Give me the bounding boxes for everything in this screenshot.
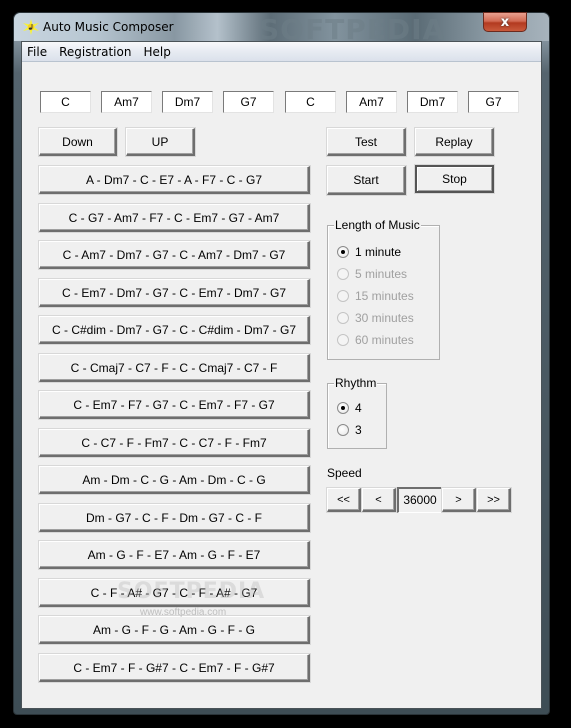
app-window: SOFTPEDIA Auto Music Composer x File Reg… [13, 12, 550, 715]
progression-button-12[interactable]: C - F - A# - G7 - C - F - A# - G7 [38, 578, 311, 608]
chord-field-5[interactable]: C [285, 91, 336, 113]
stop-button[interactable]: Stop [414, 164, 495, 194]
length-option-4: 30 minutes [337, 311, 414, 325]
test-button[interactable]: Test [326, 127, 407, 157]
radio-button [337, 268, 349, 280]
speed-fast-back-button[interactable]: << [326, 487, 362, 513]
radio-button [337, 290, 349, 302]
close-button[interactable]: x [483, 12, 527, 32]
progression-button-11[interactable]: Am - G - F - E7 - Am - G - F - E7 [38, 540, 311, 570]
menu-bar: File Registration Help [22, 42, 541, 62]
chord-field-1[interactable]: C [40, 91, 91, 113]
progression-button-3[interactable]: C - Am7 - Dm7 - G7 - C - Am7 - Dm7 - G7 [38, 240, 311, 270]
chord-field-8[interactable]: G7 [468, 91, 519, 113]
length-option-1[interactable]: 1 minute [337, 245, 401, 259]
chord-field-6[interactable]: Am7 [346, 91, 397, 113]
progression-button-1[interactable]: A - Dm7 - C - E7 - A - F7 - C - G7 [38, 165, 311, 195]
chord-field-3[interactable]: Dm7 [162, 91, 213, 113]
rhythm-option-4-label: 4 [355, 401, 362, 415]
rhythm-label: Rhythm [334, 376, 378, 390]
radio-button [337, 334, 349, 346]
length-of-music-label: Length of Music [334, 218, 421, 232]
length-of-music-group: Length of Music 1 minute 5 minutes 15 mi… [327, 218, 440, 360]
replay-button[interactable]: Replay [414, 127, 495, 157]
speed-forward-button[interactable]: > [441, 487, 477, 513]
chord-field-7[interactable]: Dm7 [407, 91, 458, 113]
progression-button-10[interactable]: Dm - G7 - C - F - Dm - G7 - C - F [38, 503, 311, 533]
progression-button-14[interactable]: C - Em7 - F - G#7 - C - Em7 - F - G#7 [38, 653, 311, 683]
radio-button [337, 312, 349, 324]
client-area: File Registration Help C Am7 Dm7 G7 C Am… [21, 41, 542, 709]
progression-button-5[interactable]: C - C#dim - Dm7 - G7 - C - C#dim - Dm7 -… [38, 315, 311, 345]
length-option-5: 60 minutes [337, 333, 414, 347]
progression-button-6[interactable]: C - Cmaj7 - C7 - F - C - Cmaj7 - C7 - F [38, 353, 311, 383]
length-option-3-label: 15 minutes [355, 289, 414, 303]
length-option-5-label: 60 minutes [355, 333, 414, 347]
start-button[interactable]: Start [326, 165, 407, 196]
length-option-3: 15 minutes [337, 289, 414, 303]
radio-button-checked[interactable] [337, 246, 349, 258]
chord-field-2[interactable]: Am7 [101, 91, 152, 113]
chord-field-4[interactable]: G7 [223, 91, 274, 113]
radio-button-checked[interactable] [337, 402, 349, 414]
speed-label: Speed [327, 466, 362, 480]
window-title: Auto Music Composer [43, 20, 174, 34]
up-button[interactable]: UP [125, 127, 196, 157]
progression-button-8[interactable]: C - C7 - F - Fm7 - C - C7 - F - Fm7 [38, 428, 311, 458]
menu-file[interactable]: File [22, 42, 53, 62]
progression-button-13[interactable]: Am - G - F - G - Am - G - F - G [38, 615, 311, 645]
app-icon [23, 19, 39, 35]
menu-registration[interactable]: Registration [53, 42, 137, 62]
radio-button[interactable] [337, 424, 349, 436]
progression-button-9[interactable]: Am - Dm - C - G - Am - Dm - C - G [38, 465, 311, 495]
down-button[interactable]: Down [38, 127, 118, 157]
speed-back-button[interactable]: < [361, 487, 397, 513]
rhythm-option-3-label: 3 [355, 423, 362, 437]
progression-button-7[interactable]: C - Em7 - F7 - G7 - C - Em7 - F7 - G7 [38, 390, 311, 420]
rhythm-group: Rhythm 4 3 [327, 376, 387, 449]
progression-button-2[interactable]: C - G7 - Am7 - F7 - C - Em7 - G7 - Am7 [38, 203, 311, 233]
length-option-4-label: 30 minutes [355, 311, 414, 325]
title-bar[interactable]: SOFTPEDIA Auto Music Composer x [14, 12, 549, 46]
rhythm-option-4[interactable]: 4 [337, 401, 362, 415]
length-option-1-label: 1 minute [355, 245, 402, 259]
speed-fast-forward-button[interactable]: >> [476, 487, 512, 513]
rhythm-option-3[interactable]: 3 [337, 423, 362, 437]
length-option-2: 5 minutes [337, 267, 407, 281]
length-option-2-label: 5 minutes [355, 267, 408, 281]
progression-button-4[interactable]: C - Em7 - Dm7 - G7 - C - Em7 - Dm7 - G7 [38, 278, 311, 308]
menu-help[interactable]: Help [137, 42, 176, 62]
close-icon: x [500, 14, 510, 30]
speed-value: 36000 [397, 487, 442, 513]
